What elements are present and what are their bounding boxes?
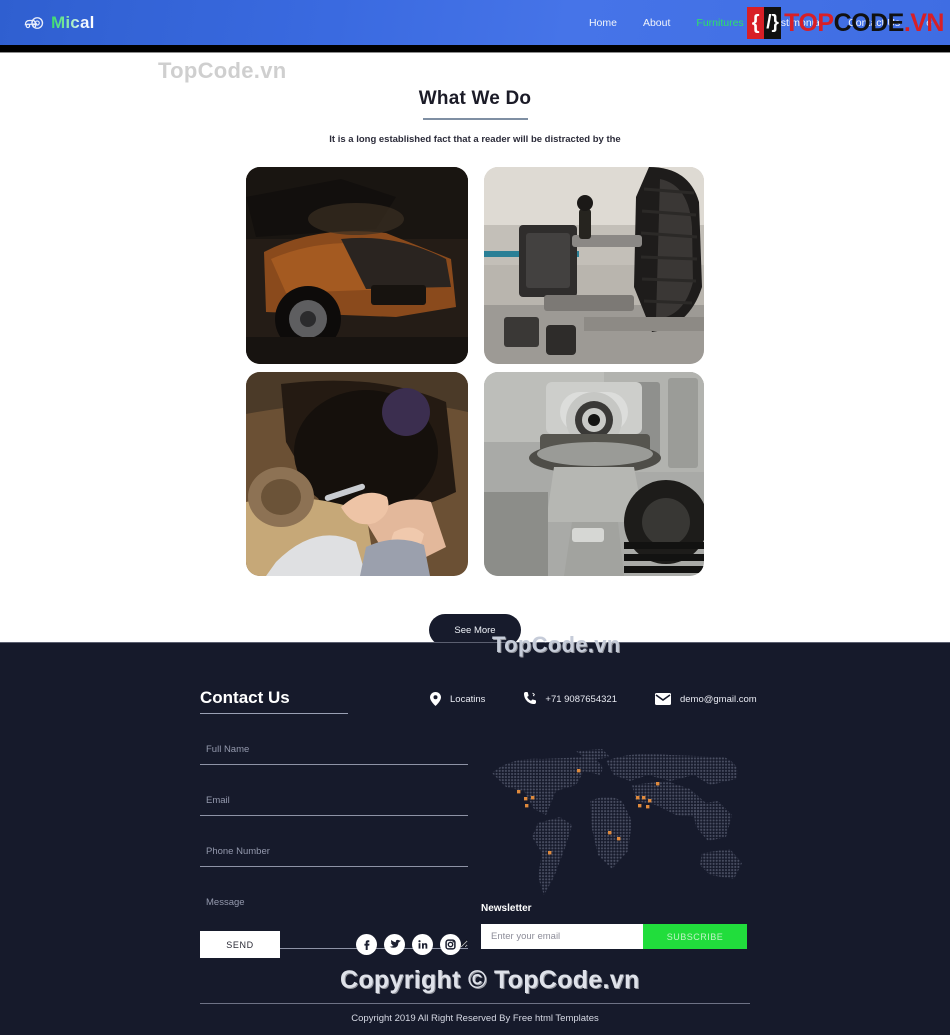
nav-item-about[interactable]: About — [643, 17, 670, 29]
car-gear-icon — [22, 14, 44, 32]
contact-phone[interactable]: +71 9087654321 — [523, 692, 617, 706]
twitter-icon[interactable] — [384, 934, 405, 955]
brace-right-icon: /} — [764, 7, 782, 39]
topcode-wordmark: TOPCODE.VN — [784, 7, 944, 39]
envelope-icon — [654, 693, 671, 705]
topcode-code: CODE — [833, 9, 905, 37]
footer-top-divider — [0, 642, 950, 643]
header-divider-line — [0, 52, 950, 53]
facebook-icon[interactable] — [356, 934, 377, 955]
newsletter-email-input[interactable] — [481, 924, 643, 949]
watermark-top: TopCode.vn — [158, 58, 287, 83]
brand-name: Mical — [51, 12, 95, 32]
contact-form — [200, 740, 468, 949]
gallery-item-wheel-alignment-machine[interactable] — [484, 167, 704, 364]
engine-gear-closeup-image — [484, 372, 704, 576]
location-pin-icon — [430, 692, 441, 706]
section-subtitle: It is a long established fact that a rea… — [329, 133, 621, 145]
gallery-item-engine-gear-closeup[interactable] — [484, 372, 704, 576]
social-links — [356, 934, 461, 955]
title-underline — [422, 118, 528, 120]
contact-email[interactable]: demo@gmail.com — [654, 693, 757, 705]
site-header: Mical Home About Furnitures Testimonial … — [0, 0, 950, 45]
mechanic-under-car-image — [246, 372, 468, 576]
what-we-do-header: What We Do It is a long established fact… — [0, 88, 950, 145]
work-gallery — [246, 167, 704, 576]
newsletter-form: SUBSCRIBE — [481, 924, 747, 949]
phone-number-input[interactable] — [200, 842, 468, 867]
footer-divider — [200, 1003, 750, 1004]
phone-icon — [523, 692, 537, 706]
gallery-item-mechanic-under-car[interactable] — [246, 372, 468, 576]
page-title: What We Do — [418, 88, 532, 109]
wheel-alignment-machine-image — [484, 167, 704, 364]
topcode-bracket-mark: { /} — [747, 7, 782, 39]
instagram-icon[interactable] — [440, 934, 461, 955]
nav-item-home[interactable]: Home — [589, 17, 617, 29]
footer-copyright: Copyright 2019 All Right Reserved By Fre… — [351, 1013, 599, 1024]
subscribe-button[interactable]: SUBSCRIBE — [643, 924, 747, 949]
topcode-vn: .VN — [903, 9, 945, 37]
contact-email-text: demo@gmail.com — [679, 693, 757, 705]
email-input[interactable] — [200, 791, 468, 816]
full-name-input[interactable] — [200, 740, 468, 765]
contact-location[interactable]: Locatins — [430, 692, 485, 706]
contact-info-list: Locatins +71 9087654321 demo@gmail.com — [430, 692, 757, 706]
newsletter-label: Newsletter — [481, 903, 532, 914]
brand-logo[interactable]: Mical — [22, 13, 95, 33]
header-black-bar — [0, 45, 950, 52]
topcode-logo-watermark: { /} TOPCODE.VN — [747, 4, 945, 42]
nav-item-furnitures[interactable]: Furnitures — [696, 17, 743, 29]
world-dot-map — [480, 745, 750, 901]
linkedin-icon[interactable] — [412, 934, 433, 955]
gallery-item-classic-car-open-hood[interactable] — [246, 167, 468, 364]
contact-heading-underline — [200, 713, 348, 714]
page-root: Mical Home About Furnitures Testimonial … — [0, 0, 950, 1035]
contact-location-text: Locatins — [450, 693, 486, 705]
topcode-top: TOP — [784, 9, 834, 37]
contact-heading: Contact Us — [200, 688, 290, 707]
brace-left-icon: { — [747, 7, 765, 39]
send-button[interactable]: SEND — [200, 931, 280, 958]
contact-phone-text: +71 9087654321 — [545, 693, 617, 705]
classic-car-open-hood-image — [246, 167, 468, 364]
